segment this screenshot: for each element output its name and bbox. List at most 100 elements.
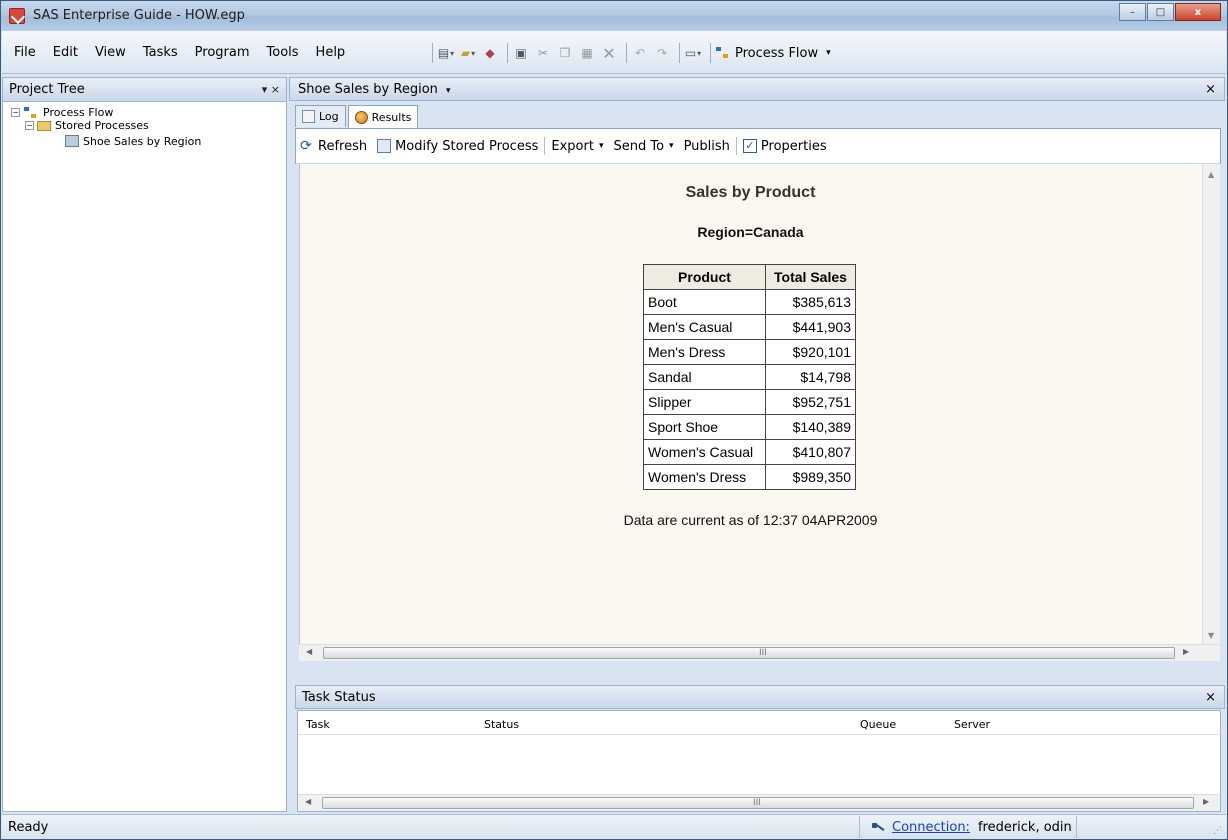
window-title: SAS Enterprise Guide - HOW.egp	[33, 8, 245, 23]
modify-label: Modify Stored Process	[395, 138, 539, 154]
menu-view[interactable]: View	[95, 45, 126, 60]
open-icon[interactable]: ▰ ▾	[459, 45, 477, 61]
toolbar-separator	[626, 43, 627, 63]
menu-bar: File Edit View Tasks Program Tools Help	[14, 45, 362, 60]
status-divider	[1076, 816, 1077, 838]
scroll-left-icon[interactable]: ◀	[305, 797, 311, 806]
scroll-up-icon[interactable]: ▲	[1208, 170, 1214, 179]
new-icon[interactable]: ▤ ▾	[437, 45, 455, 61]
tree-node-label: Shoe Sales by Region	[83, 134, 202, 148]
task-status-close-button[interactable]: ×	[1205, 690, 1216, 705]
menu-tasks[interactable]: Tasks	[143, 45, 178, 60]
close-button[interactable]: x	[1175, 3, 1221, 21]
table-row: Women's Dress $989,350	[643, 464, 856, 490]
toolbar-separator	[432, 43, 433, 63]
export-label: Export	[551, 138, 594, 154]
status-bar: Ready Connection: frederick, odin ⋰	[2, 814, 1226, 839]
send-to-label: Send To	[613, 138, 665, 154]
product-cell: Women's Dress	[643, 464, 766, 490]
process-flow-dropdown[interactable]: Process Flow ▾	[715, 46, 831, 61]
process-flow-icon	[715, 46, 731, 60]
send-to-dropdown[interactable]: Send To ▾	[613, 139, 673, 154]
export-dropdown[interactable]: Export ▾	[551, 139, 603, 154]
undo-icon[interactable]: ↶	[631, 45, 649, 61]
cut-icon[interactable]: ✂	[534, 45, 552, 61]
tab-log[interactable]: Log	[295, 105, 346, 127]
toolbar-separator	[507, 43, 508, 63]
report-footnote: Data are current as of 12:37 04APR2009	[623, 512, 878, 528]
title-bar[interactable]: SAS Enterprise Guide - HOW.egp – □ x	[1, 1, 1227, 31]
scroll-right-icon[interactable]: ▶	[1203, 797, 1209, 806]
tab-label: Results	[371, 111, 412, 124]
product-cell: Women's Casual	[643, 439, 766, 465]
sales-cell: $952,751	[765, 389, 856, 415]
results-toolbar: ⟳ Refresh Modify Stored Process Export ▾…	[295, 128, 1221, 164]
scroll-down-icon[interactable]: ▼	[1208, 631, 1214, 640]
properties-button[interactable]: ✓ Properties	[742, 139, 827, 154]
copy-icon[interactable]: ❐	[556, 45, 574, 61]
save-icon[interactable]: ◆	[481, 45, 499, 61]
window-controls: – □ x	[1119, 3, 1221, 21]
status-text: Ready	[8, 820, 49, 835]
log-icon	[302, 110, 315, 123]
scroll-thumb[interactable]: III	[323, 647, 1175, 659]
column-header-total-sales: Total Sales	[765, 264, 856, 290]
sales-cell: $410,807	[765, 439, 856, 465]
horizontal-scrollbar[interactable]: ◀ III ▶	[299, 644, 1220, 661]
task-status-list[interactable]: Task Status Queue Server ◀ III ▶	[297, 710, 1221, 812]
minimize-button[interactable]: –	[1119, 3, 1146, 21]
refresh-label: Refresh	[318, 138, 368, 154]
column-header-queue[interactable]: Queue	[860, 718, 896, 731]
toolbar-separator	[710, 43, 711, 63]
app-window: SAS Enterprise Guide - HOW.egp – □ x Fil…	[0, 0, 1228, 840]
workspace-title-dropdown[interactable]: Shoe Sales by Region ▾	[298, 82, 451, 97]
collapse-icon[interactable]: −	[25, 121, 34, 130]
table-row: Men's Dress $920,101	[643, 339, 856, 365]
scroll-left-icon[interactable]: ◀	[306, 647, 312, 656]
tree-node-shoe-sales[interactable]: Shoe Sales by Region	[11, 132, 286, 150]
column-header-status[interactable]: Status	[484, 718, 519, 731]
menu-tools[interactable]: Tools	[267, 45, 299, 60]
scroll-thumb[interactable]: III	[322, 797, 1194, 809]
sales-cell: $14,798	[765, 364, 856, 390]
scroll-right-icon[interactable]: ▶	[1183, 647, 1189, 656]
menu-file[interactable]: File	[14, 45, 36, 60]
resize-grip-icon[interactable]: ⋰	[1213, 826, 1222, 836]
results-icon	[354, 111, 368, 124]
publish-label: Publish	[683, 138, 730, 154]
menu-edit[interactable]: Edit	[53, 45, 78, 60]
task-horizontal-scrollbar[interactable]: ◀ III ▶	[298, 794, 1220, 811]
pane-controls[interactable]: ▾ ×	[262, 83, 280, 96]
refresh-icon: ⟳	[300, 138, 312, 154]
tree-node-process-flow[interactable]: − Process Flow	[11, 106, 286, 119]
product-cell: Sport Shoe	[643, 414, 766, 440]
tree-node-stored-processes[interactable]: − Stored Processes	[11, 119, 286, 132]
project-tree-title: Project Tree	[9, 82, 85, 97]
table-row: Women's Casual $410,807	[643, 439, 856, 465]
maximize-button[interactable]: □	[1147, 3, 1174, 21]
column-header-task[interactable]: Task	[306, 718, 330, 731]
menu-help[interactable]: Help	[316, 45, 346, 60]
publish-button[interactable]: Publish	[684, 139, 730, 154]
collapse-icon[interactable]: −	[11, 108, 20, 117]
refresh-button[interactable]: ⟳ Refresh	[300, 139, 367, 154]
connection-value: frederick, odin	[977, 819, 1072, 835]
vertical-scrollbar[interactable]: ▲ ▼	[1202, 164, 1220, 644]
connection-link[interactable]: Connection:	[892, 820, 970, 835]
print-icon[interactable]: ▣	[512, 45, 530, 61]
window-layout-icon[interactable]: ▭ ▾	[684, 45, 702, 61]
menu-program[interactable]: Program	[195, 45, 250, 60]
process-flow-icon	[23, 106, 39, 120]
modify-stored-process-button[interactable]: Modify Stored Process	[377, 139, 538, 154]
product-cell: Men's Casual	[643, 314, 766, 340]
paste-icon[interactable]: ▦	[578, 45, 596, 61]
grip-icon: III	[759, 648, 767, 658]
tab-results[interactable]: Results	[347, 105, 419, 129]
redo-icon[interactable]: ↷	[653, 45, 671, 61]
sales-cell: $920,101	[765, 339, 856, 365]
task-column-headers: Task Status Queue Server	[298, 711, 1220, 735]
column-header-server[interactable]: Server	[954, 718, 990, 731]
sales-cell: $441,903	[765, 314, 856, 340]
workspace-close-button[interactable]: ×	[1205, 82, 1216, 97]
delete-icon[interactable]: ✕	[600, 44, 618, 63]
